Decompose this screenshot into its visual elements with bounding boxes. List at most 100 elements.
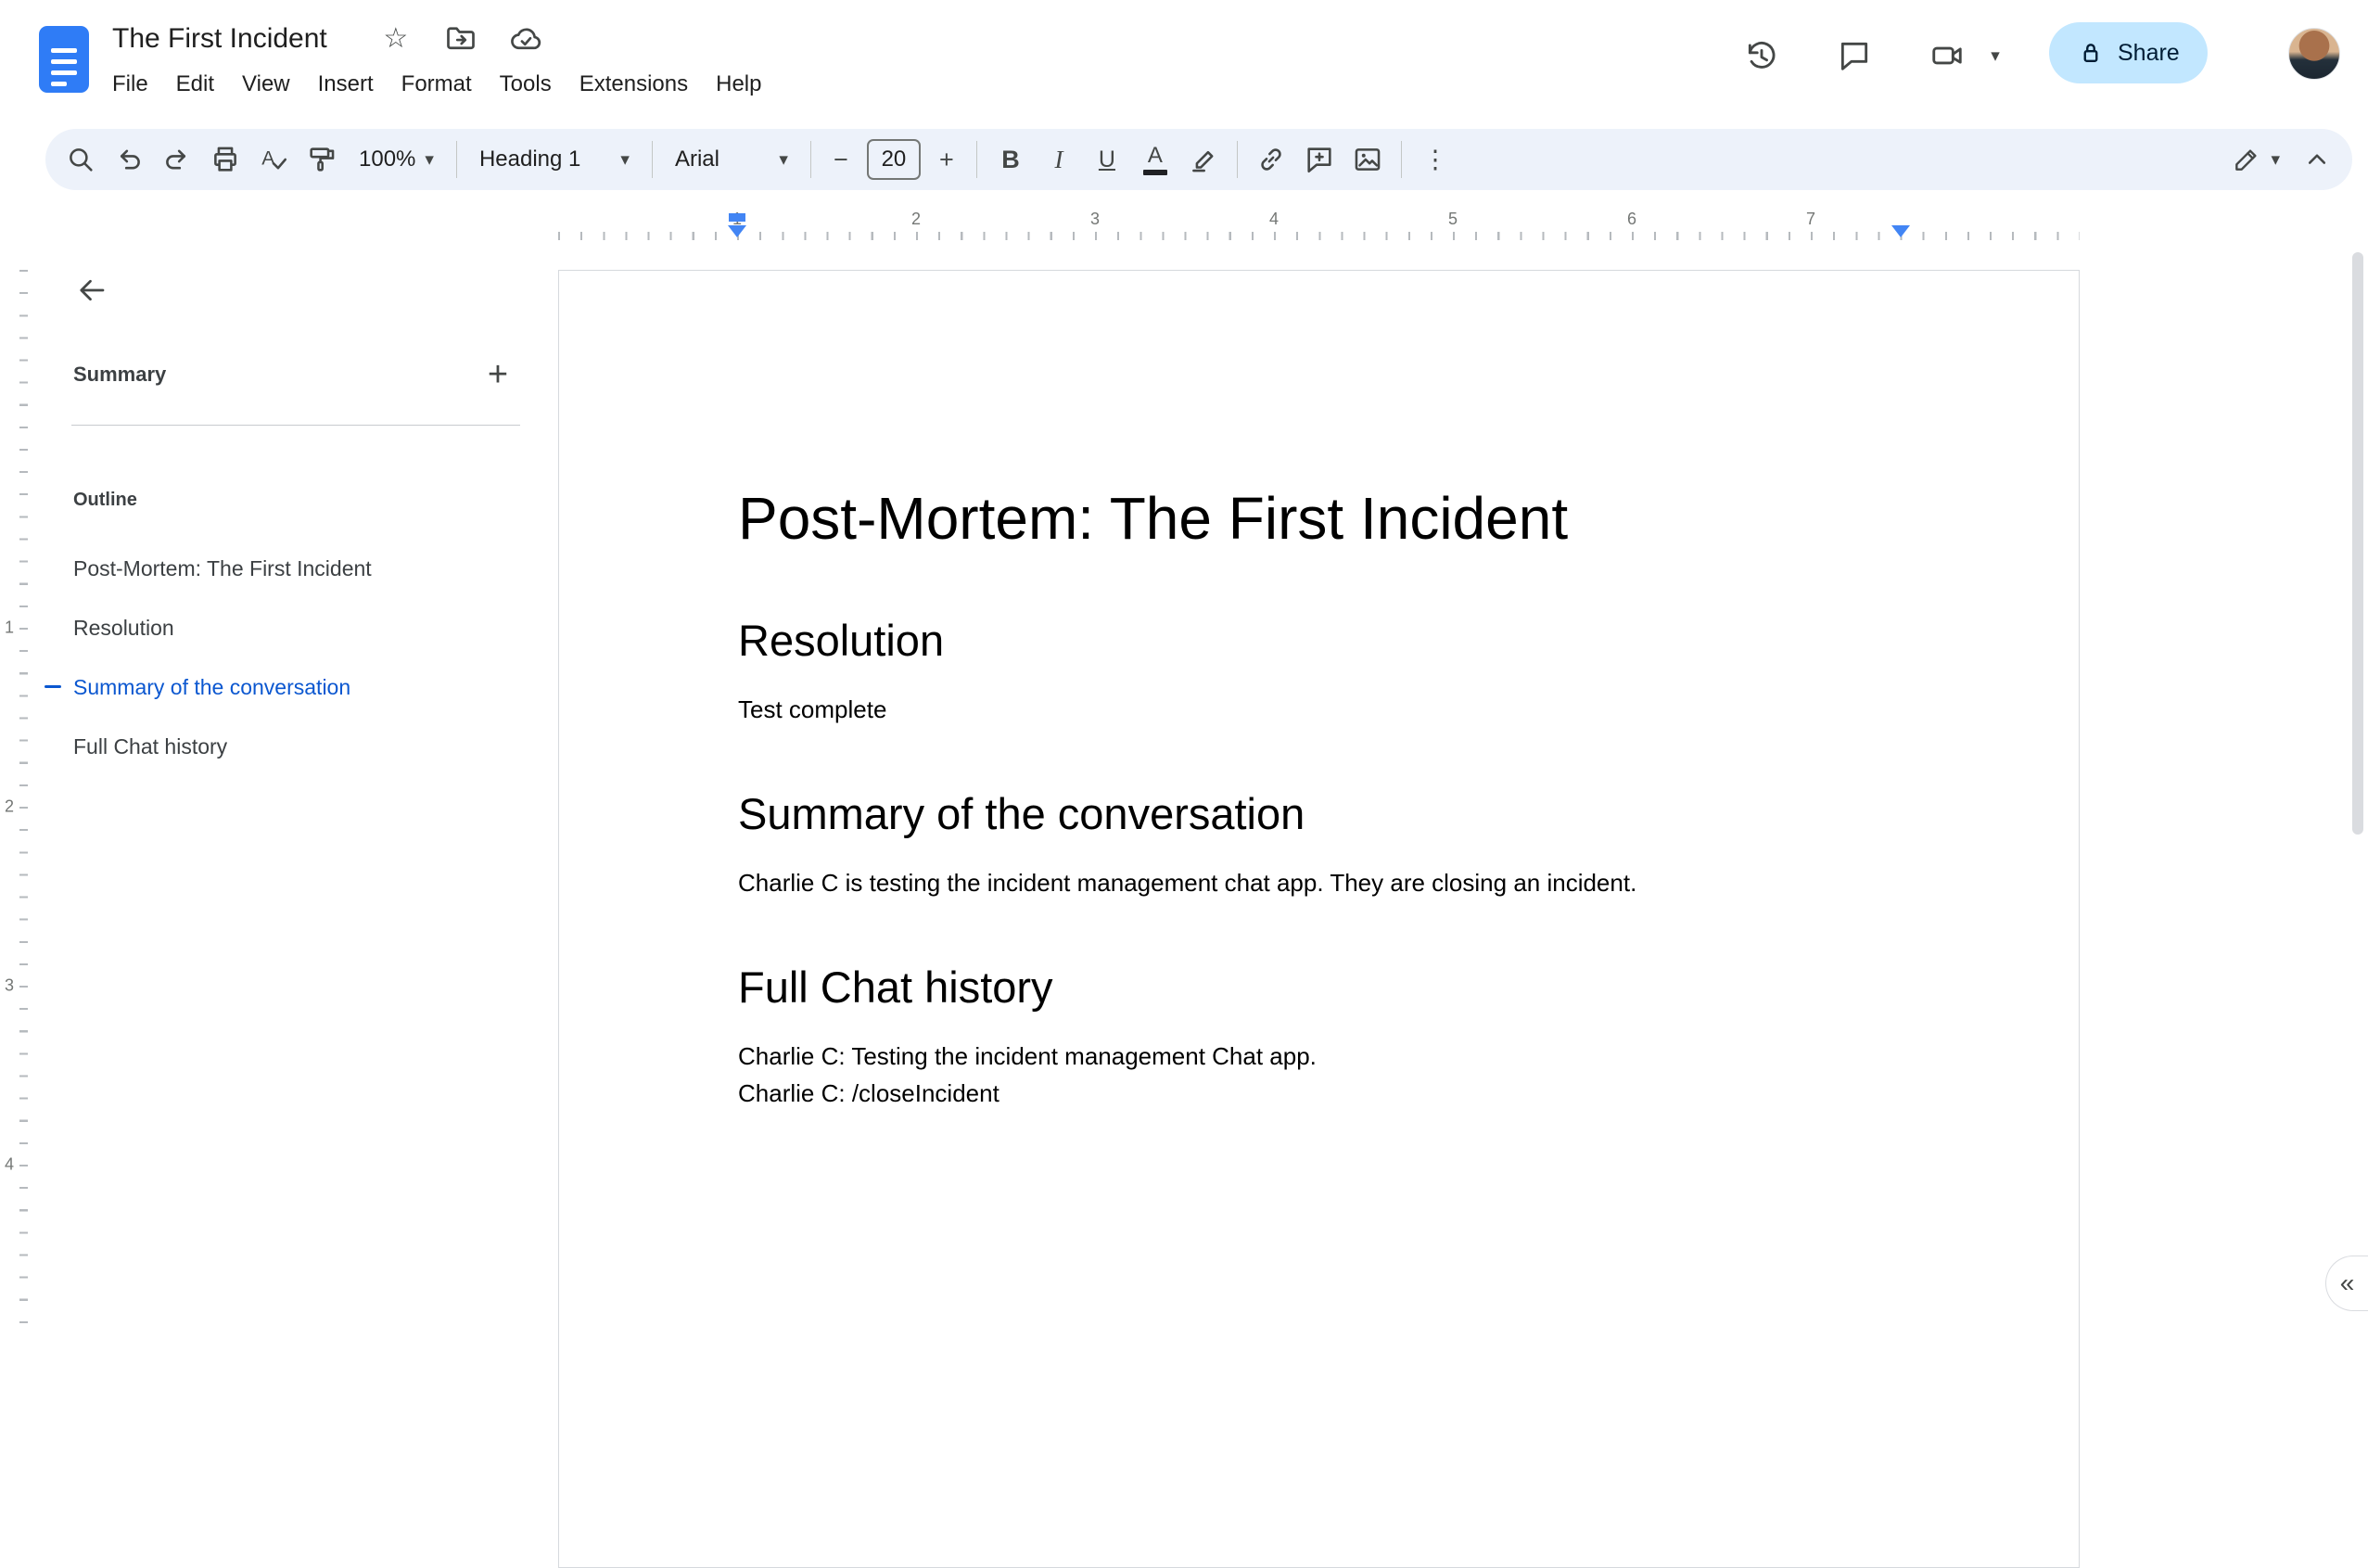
menu-bar: File Edit View Insert Format Tools Exten… [98,65,775,104]
toolbar-separator [809,141,811,178]
document-title-input[interactable]: The First Incident [112,23,327,55]
undo-button[interactable] [105,135,153,184]
horizontal-ruler: 1 2 3 4 5 6 7 [558,210,2080,245]
chevron-down-icon: ▾ [2271,149,2280,170]
toolbar-separator [1236,141,1238,178]
menu-help[interactable]: Help [702,65,775,104]
outline-item-summary-of-conversation[interactable]: Summary of the conversation [44,657,528,717]
spell-check-button[interactable]: A [249,135,298,184]
share-button-label: Share [2118,39,2180,66]
menu-file[interactable]: File [98,65,162,104]
plus-icon: + [939,145,954,173]
left-indent-marker[interactable] [728,225,746,237]
underline-button[interactable]: U [1083,135,1131,184]
text-color-button[interactable]: A [1131,135,1179,184]
paint-format-button[interactable] [298,135,346,184]
menu-insert[interactable]: Insert [304,65,388,104]
doc-paragraph[interactable]: Charlie C: Testing the incident manageme… [738,1038,1930,1075]
outline-item-resolution[interactable]: Resolution [44,598,528,657]
ruler-label: 2 [5,797,15,816]
star-button[interactable]: ☆ [376,19,416,59]
doc-paragraph[interactable]: Test complete [738,691,1930,728]
highlight-color-button[interactable] [1179,135,1228,184]
chevron-down-icon: ▾ [620,149,630,170]
active-item-dash [45,685,61,688]
toolbar: A 100% ▾ Heading 1 ▾ Arial ▾ − 20 + B I [45,129,2352,190]
font-family-select[interactable]: Arial ▾ [662,135,801,184]
right-indent-marker[interactable] [1891,225,1910,237]
document-page[interactable]: Post-Mortem: The First Incident Resoluti… [558,270,2080,1568]
link-icon [1261,148,1281,171]
outline-item-full-chat-history[interactable]: Full Chat history [44,717,528,776]
toolbar-separator [1400,141,1402,178]
docs-logo-line [51,59,77,64]
move-to-folder-button[interactable] [440,19,481,59]
zoom-value: 100% [359,147,416,172]
insert-image-button[interactable] [1343,135,1392,184]
meet-dropdown-button[interactable]: ▾ [1979,30,2012,82]
doc-paragraph[interactable]: Charlie C: /closeIncident [738,1075,1930,1112]
close-outline-panel-button[interactable] [65,263,119,317]
ruler-ticks [558,232,2080,240]
add-summary-button[interactable]: + [476,352,520,397]
doc-title[interactable]: Post-Mortem: The First Incident [738,482,1930,555]
ruler-ticks [19,270,28,1325]
avatar[interactable] [2288,28,2340,80]
version-history-button[interactable] [1736,30,1788,82]
undo-icon [120,149,140,170]
open-comments-button[interactable] [1828,30,1880,82]
meet-button[interactable] [1917,30,1977,82]
collapse-chevrons-icon: « [2339,1268,2355,1297]
first-line-indent-marker[interactable] [729,213,745,222]
more-toolbar-options-button[interactable]: ⋮ [1411,135,1459,184]
search-menus-button[interactable] [57,135,105,184]
collapse-side-panel-button[interactable]: « [2325,1256,2368,1311]
ruler-label: 3 [5,975,15,995]
italic-icon: I [1054,145,1063,173]
zoom-select[interactable]: 100% ▾ [346,135,447,184]
doc-paragraph[interactable]: Charlie C is testing the incident manage… [738,864,1930,901]
insert-link-button[interactable] [1247,135,1295,184]
summary-heading: Summary [73,363,167,386]
more-vertical-icon: ⋮ [1422,145,1448,173]
menu-extensions[interactable]: Extensions [566,65,702,104]
document-status-button[interactable] [505,19,546,59]
paragraph-style-select[interactable]: Heading 1 ▾ [466,135,643,184]
hide-menus-button[interactable] [2293,135,2341,184]
bold-button[interactable]: B [987,135,1035,184]
vertical-scrollbar-thumb[interactable] [2352,252,2363,835]
doc-heading-summary[interactable]: Summary of the conversation [738,787,1930,840]
font-size-input[interactable]: 20 [866,139,921,180]
folder-move-icon [446,27,475,50]
print-button[interactable] [201,135,249,184]
menu-format[interactable]: Format [388,65,486,104]
ruler-label: 1 [5,618,15,637]
decrease-font-size-button[interactable]: − [821,135,861,184]
toolbar-separator [975,141,977,178]
doc-heading-resolution[interactable]: Resolution [738,614,1930,667]
font-family-value: Arial [674,147,719,172]
menu-tools[interactable]: Tools [486,65,566,104]
underline-icon: U [1098,146,1115,172]
bold-icon: B [1001,145,1020,173]
doc-heading-full-chat-history[interactable]: Full Chat history [738,961,1930,1013]
chevron-down-icon: ▾ [1991,45,2000,66]
comment-add-icon [1307,147,1331,173]
menu-edit[interactable]: Edit [162,65,228,104]
outline-list: Post-Mortem: The First Incident Resoluti… [44,539,528,776]
increase-font-size-button[interactable]: + [926,135,967,184]
ruler-label: 6 [1626,210,1637,228]
docs-logo-icon[interactable] [39,26,89,93]
minus-icon: − [834,145,848,173]
add-comment-button[interactable] [1295,135,1343,184]
redo-button[interactable] [153,135,201,184]
redo-icon [166,149,186,170]
menu-view[interactable]: View [228,65,304,104]
italic-button[interactable]: I [1035,135,1083,184]
toolbar-separator [651,141,653,178]
outline-item-post-mortem[interactable]: Post-Mortem: The First Incident [44,539,528,598]
pencil-icon [2235,149,2257,171]
editing-mode-select[interactable]: ▾ [2219,135,2293,184]
share-button[interactable]: Share [2049,22,2208,83]
star-icon: ☆ [383,23,409,54]
